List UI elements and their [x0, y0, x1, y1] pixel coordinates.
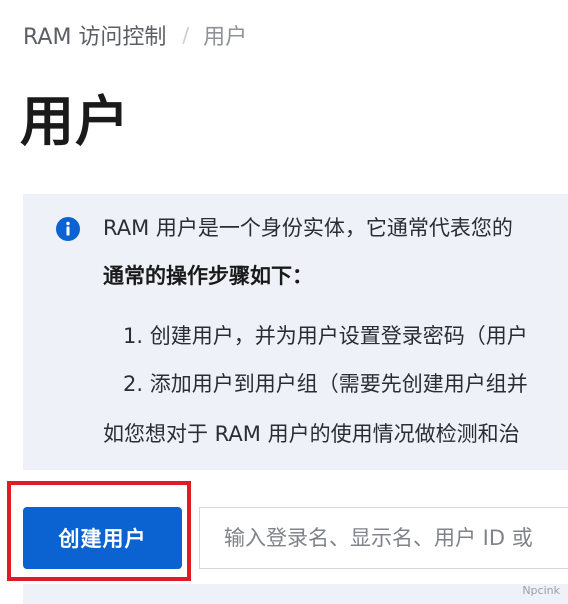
info-step-2: 2. 添加用户到用户组（需要先创建用户组并 — [123, 372, 528, 396]
info-steps-heading: 通常的操作步骤如下： — [103, 264, 313, 288]
info-notice: RAM 用户是一个身份实体，它通常代表您的 通常的操作步骤如下： 1. 创建用户… — [23, 194, 568, 470]
info-step-1: 1. 创建用户，并为用户设置登录密码（用户 — [123, 324, 528, 348]
info-icon — [55, 216, 81, 242]
table-header-strip — [23, 584, 568, 604]
breadcrumb-separator: / — [182, 23, 190, 47]
breadcrumb-item-ram-access-control[interactable]: RAM 访问控制 — [23, 19, 166, 51]
page-title: 用户 — [20, 90, 130, 153]
highlight-annotation-frame — [7, 481, 191, 581]
breadcrumb-item-users: 用户 — [203, 25, 248, 50]
info-monitoring-text: 如您想对于 RAM 用户的使用情况做检测和治 — [103, 422, 520, 446]
user-search-input[interactable] — [199, 507, 568, 569]
watermark: Npcink — [522, 584, 560, 597]
info-intro-text: RAM 用户是一个身份实体，它通常代表您的 — [103, 216, 513, 240]
breadcrumb: RAM 访问控制 / 用户 — [23, 20, 247, 50]
